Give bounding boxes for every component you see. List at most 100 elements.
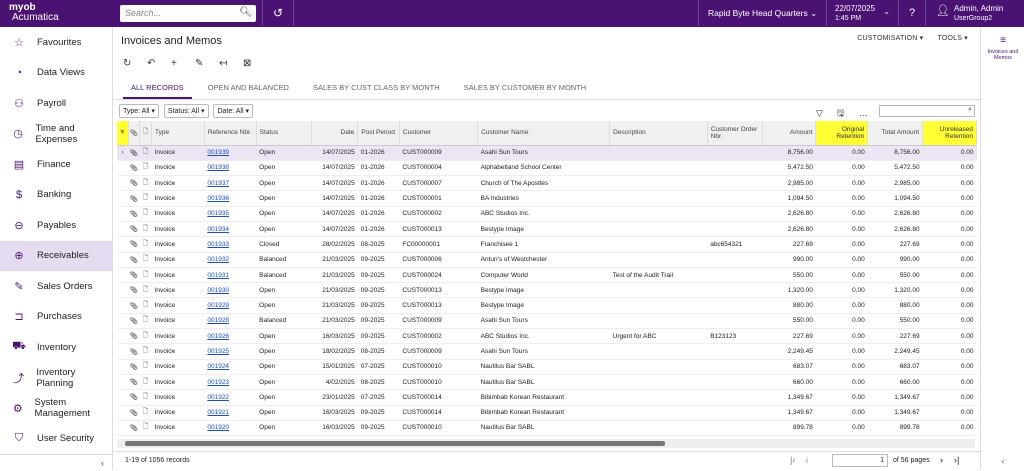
sidebar-item-favourites[interactable]: ☆ Favourites xyxy=(0,27,112,58)
column-header-customer-order-nbr[interactable]: Customer Order Nbr. xyxy=(707,121,763,146)
reference-link[interactable]: 001921 xyxy=(207,409,229,416)
attachment-icon[interactable]: 📎︎ xyxy=(128,145,140,161)
column-header-amount[interactable]: Amount xyxy=(762,121,817,146)
row-selector-icon[interactable] xyxy=(117,343,129,360)
reference-link[interactable]: 001936 xyxy=(207,195,229,202)
first-page-icon[interactable]: |‹ xyxy=(790,455,795,465)
tools-menu[interactable]: TOOLS ▾ xyxy=(938,35,968,42)
attachment-icon[interactable]: 📎︎ xyxy=(128,389,140,406)
reference-link[interactable]: 001934 xyxy=(207,226,229,233)
row-selector-icon[interactable] xyxy=(117,206,129,222)
next-page-icon[interactable]: › xyxy=(940,455,943,465)
note-icon[interactable]: 🗋︎ xyxy=(139,282,152,299)
horizontal-scrollbar[interactable] xyxy=(125,441,665,446)
table-row[interactable]: 📎︎ 🗋︎ Invoice 001934 Open 14/07/2025 01-2026 CU… xyxy=(117,221,977,238)
table-row[interactable]: 📎︎ 🗋︎ Invoice 001935 Open 14/07/2025 01-2026 CU… xyxy=(117,206,977,222)
sidebar-item-inventory-planning[interactable]: ⤴ Inventory Planning xyxy=(0,363,112,394)
table-row[interactable]: 📎︎ 🗋︎ Invoice 001922 Open 23/01/2025 07-2025 CU… xyxy=(117,389,977,406)
reference-link[interactable]: 001928 xyxy=(207,317,229,324)
note-icon[interactable]: 🗋︎ xyxy=(139,420,152,437)
sidebar-item-payables[interactable]: ⊖ Payables xyxy=(0,210,112,241)
row-selector-icon[interactable] xyxy=(117,282,129,299)
customisation-menu[interactable]: CUSTOMISATION ▾ xyxy=(857,35,923,42)
table-row[interactable]: 📎︎ 🗋︎ Invoice 001933 Closed 28/02/2025 08-2025… xyxy=(117,236,977,253)
reference-link[interactable]: 001939 xyxy=(207,149,229,156)
tab-all-records[interactable]: ALL RECORDS xyxy=(123,83,192,99)
column-header-date[interactable]: Date xyxy=(311,121,359,146)
export-excel-icon[interactable]: ⊠ xyxy=(243,58,267,69)
attachment-icon[interactable]: 📎︎ xyxy=(128,297,140,314)
sidebar-item-sales-orders[interactable]: ✎ Sales Orders xyxy=(0,271,112,302)
add-icon[interactable]: + xyxy=(171,58,195,69)
row-selector-icon[interactable] xyxy=(117,160,129,177)
attachment-icon[interactable]: 📎︎ xyxy=(128,221,140,238)
note-icon[interactable]: 🗋︎ xyxy=(139,328,152,345)
reference-link[interactable]: 001924 xyxy=(207,363,229,370)
table-row[interactable]: 📎︎ 🗋︎ Invoice 001924 Open 15/01/2025 07-2025 CU… xyxy=(117,359,977,375)
attachment-icon[interactable]: 📎︎ xyxy=(128,236,140,253)
tab-open-and-balanced[interactable]: OPEN AND BALANCED xyxy=(200,83,297,97)
sidebar-item-user-security[interactable]: ⛉ User Security xyxy=(0,424,112,455)
reference-link[interactable]: 001922 xyxy=(207,394,229,401)
help-icon[interactable]: ? xyxy=(898,0,926,27)
reference-link[interactable]: 001937 xyxy=(207,180,229,187)
search-input[interactable]: Search... 🔍︎ xyxy=(120,5,256,22)
filter-type[interactable]: Type: All ▾ xyxy=(119,104,159,118)
table-row[interactable]: 📎︎ 🗋︎ Invoice 001930 Open 21/03/2025 09-2025 CU… xyxy=(117,282,977,299)
attachment-icon[interactable]: 📎︎ xyxy=(128,343,140,360)
user-menu[interactable]: 👤︎ Admin, Admin UserGroup2 xyxy=(930,0,1024,27)
attachment-icon[interactable]: 📎︎ xyxy=(128,328,140,345)
note-icon[interactable]: 🗋︎ xyxy=(139,313,152,330)
attachment-icon[interactable]: 📎︎ xyxy=(128,160,140,177)
table-row[interactable]: 📎︎ 🗋︎ Invoice 001920 Open 16/03/2025 09-2025 CU… xyxy=(117,420,977,437)
note-icon[interactable]: 🗋︎ xyxy=(139,359,152,375)
reference-link[interactable]: 001925 xyxy=(207,348,229,355)
note-icon[interactable]: 🗋︎ xyxy=(139,405,152,421)
row-selector-icon[interactable] xyxy=(117,420,129,437)
column-header-customer[interactable]: Customer xyxy=(399,121,479,146)
sidebar-item-time-and-expenses[interactable]: ◷ Time and Expenses xyxy=(0,119,112,150)
sidebar-item-receivables[interactable]: ⊕ Receivables xyxy=(0,240,112,271)
row-selector-icon[interactable] xyxy=(117,190,129,207)
sidebar-item-purchases[interactable]: ⊐ Purchases xyxy=(0,302,112,333)
tab-sales-by-cust-class-by-month[interactable]: SALES BY CUST CLASS BY MONTH xyxy=(305,83,448,97)
row-selector-icon[interactable] xyxy=(117,252,129,268)
column-settings-icon[interactable]: ≡ xyxy=(117,121,129,146)
attachment-icon[interactable]: 📎︎ xyxy=(128,252,140,268)
row-selector-icon[interactable]: › xyxy=(117,145,129,161)
column-header-status[interactable]: Status xyxy=(256,121,312,146)
attachment-icon[interactable]: 📎︎ xyxy=(128,206,140,222)
reference-link[interactable]: 001920 xyxy=(207,424,229,431)
note-icon[interactable]: 🗋︎ xyxy=(139,206,152,222)
attachment-icon[interactable]: 📎︎ xyxy=(128,267,140,284)
row-selector-icon[interactable] xyxy=(117,405,129,421)
column-header-unreleased-retention[interactable]: Unreleased Retention xyxy=(922,121,977,146)
table-row[interactable]: 📎︎ 🗋︎ Invoice 001931 Balanced 21/03/2025 09-20… xyxy=(117,267,977,284)
save-icon[interactable]: 🖫︎ xyxy=(837,108,845,118)
edit-icon[interactable]: ✎ xyxy=(195,58,219,69)
date-selector[interactable]: 22/07/2025 1:45 PM ⌄ xyxy=(826,0,898,27)
attachment-icon[interactable]: 📎︎ xyxy=(128,190,140,207)
column-header-original-retention[interactable]: Original Retention xyxy=(815,121,869,146)
collapse-right-icon[interactable]: ‹ xyxy=(981,456,1024,466)
column-header-reference-nbr[interactable]: Reference Nbr. xyxy=(204,121,257,146)
page-input[interactable]: 1 xyxy=(832,454,888,467)
reference-link[interactable]: 001932 xyxy=(207,256,229,263)
table-row[interactable]: 📎︎ 🗋︎ Invoice 001932 Balanced 21/03/2025 09-20… xyxy=(117,252,977,268)
table-row[interactable]: 📎︎ 🗋︎ Invoice 001921 Open 16/03/2025 09-2025 CU… xyxy=(117,405,977,421)
fit-width-icon[interactable]: ↤ xyxy=(219,58,243,69)
row-selector-icon[interactable] xyxy=(117,359,129,375)
attachment-icon[interactable]: 📎︎ xyxy=(128,374,140,391)
column-header-description[interactable]: Description xyxy=(609,121,708,146)
reference-link[interactable]: 001935 xyxy=(207,210,229,217)
table-row[interactable]: › 📎︎ 🗋︎ Invoice 001939 Open 14/07/2025 01-2026 C… xyxy=(117,145,977,161)
table-row[interactable]: 📎︎ 🗋︎ Invoice 001928 Balanced 21/03/2025 09-20… xyxy=(117,313,977,330)
sidebar-item-system-management[interactable]: ⚙ System Management xyxy=(0,393,112,424)
attachment-icon[interactable]: 📎︎ xyxy=(128,313,140,330)
reference-link[interactable]: 001926 xyxy=(207,333,229,340)
tab-sales-by-customer-by-month[interactable]: SALES BY CUSTOMER BY MONTH xyxy=(456,83,595,97)
attachment-icon[interactable]: 📎︎ xyxy=(128,359,140,375)
table-row[interactable]: 📎︎ 🗋︎ Invoice 001923 Open 4/02/2025 08-2025 CUS… xyxy=(117,374,977,391)
sidebar-item-payroll[interactable]: ⚇ Payroll xyxy=(0,88,112,119)
search-icon[interactable]: 🔍︎ xyxy=(239,7,252,18)
